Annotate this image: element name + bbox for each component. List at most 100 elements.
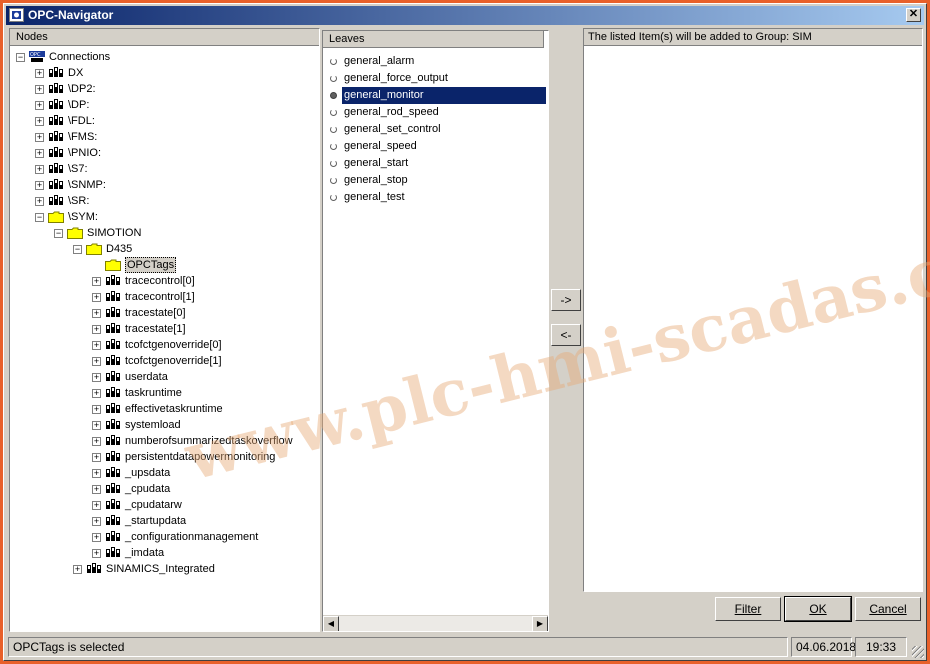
ok-button[interactable]: OK <box>784 596 852 622</box>
scroll-right-button[interactable]: ▶ <box>532 616 548 631</box>
tree-node-label: effectivetaskruntime <box>125 403 223 415</box>
tree-node[interactable]: − \SYM: <box>10 209 310 225</box>
expand-icon[interactable]: + <box>92 485 101 494</box>
expand-icon[interactable]: + <box>92 469 101 478</box>
arrow-right-icon: ▶ <box>536 619 544 628</box>
leaf-item[interactable]: general_start <box>325 155 547 172</box>
tree-node[interactable]: + \SR: <box>10 193 310 209</box>
remove-item-button[interactable]: <- <box>551 324 581 346</box>
leaf-item[interactable]: general_speed <box>325 138 547 155</box>
tree-node[interactable]: + _imdata <box>10 545 310 561</box>
expand-icon[interactable]: + <box>35 181 44 190</box>
expand-icon[interactable]: + <box>92 421 101 430</box>
expand-icon[interactable]: + <box>35 69 44 78</box>
leaves-horizontal-scrollbar[interactable]: ◀ ▶ <box>323 615 548 631</box>
expand-icon[interactable]: + <box>92 501 101 510</box>
expand-icon[interactable]: + <box>92 357 101 366</box>
expand-icon[interactable]: + <box>92 373 101 382</box>
expand-icon[interactable]: + <box>92 293 101 302</box>
expand-icon[interactable]: + <box>35 117 44 126</box>
tree-node[interactable]: − D435 <box>10 241 310 257</box>
expand-icon[interactable]: + <box>92 549 101 558</box>
leaf-item[interactable]: general_force_output <box>325 70 547 87</box>
tree-node[interactable]: + \FDL: <box>10 113 310 129</box>
expand-icon[interactable]: + <box>92 389 101 398</box>
expand-icon[interactable]: + <box>35 85 44 94</box>
tree-node[interactable]: + SINAMICS_Integrated <box>10 561 310 577</box>
expand-icon[interactable]: + <box>92 277 101 286</box>
expand-icon[interactable]: + <box>35 149 44 158</box>
expand-icon[interactable]: + <box>92 453 101 462</box>
leaf-item[interactable]: general_monitor <box>325 87 547 104</box>
network-node-icon <box>105 419 121 431</box>
leaf-item-icon <box>330 75 337 82</box>
tree-node[interactable]: − SIMOTION <box>10 225 310 241</box>
tree-node[interactable]: + taskruntime <box>10 385 310 401</box>
expand-icon[interactable]: + <box>92 533 101 542</box>
tree-node[interactable]: + tracecontrol[0] <box>10 273 310 289</box>
expand-icon[interactable]: + <box>92 309 101 318</box>
collapse-icon[interactable]: − <box>16 53 25 62</box>
tree-node-label: tcofctgenoverride[1] <box>125 355 222 367</box>
tree-node[interactable]: + tracecontrol[1] <box>10 289 310 305</box>
tree-node[interactable]: + _startupdata <box>10 513 310 529</box>
group-items-panel[interactable]: The listed Item(s) will be added to Grou… <box>583 28 923 592</box>
tree-node[interactable]: OPCTags <box>10 257 310 273</box>
expand-icon[interactable]: + <box>35 197 44 206</box>
tree-node[interactable]: − OPC Connections <box>10 49 310 65</box>
collapse-icon[interactable]: − <box>73 245 82 254</box>
expand-icon[interactable]: + <box>92 437 101 446</box>
tree-node[interactable]: + effectivetaskruntime <box>10 401 310 417</box>
tree-node[interactable]: + \DP: <box>10 97 310 113</box>
tree-node-label: \SYM: <box>68 211 98 223</box>
network-node-icon <box>86 563 102 575</box>
tree-node[interactable]: + _cpudata <box>10 481 310 497</box>
tree-node[interactable]: + \S7: <box>10 161 310 177</box>
expand-icon[interactable]: + <box>35 133 44 142</box>
leaves-list-panel[interactable]: Leaves general_alarm general_force_output… <box>322 30 549 632</box>
tree-node-label: SIMOTION <box>87 227 142 239</box>
expand-icon[interactable]: + <box>73 565 82 574</box>
nodes-header[interactable]: Nodes <box>10 29 319 46</box>
leaf-item[interactable]: general_set_control <box>325 121 547 138</box>
tree-node[interactable]: + userdata <box>10 369 310 385</box>
expand-icon[interactable]: + <box>92 517 101 526</box>
leaf-item[interactable]: general_rod_speed <box>325 104 547 121</box>
resize-grip[interactable] <box>912 646 924 658</box>
close-button[interactable]: ✕ <box>906 8 921 22</box>
leaf-item[interactable]: general_test <box>325 189 547 206</box>
tree-node[interactable]: + tracestate[0] <box>10 305 310 321</box>
arrow-left-icon: ◀ <box>327 619 335 628</box>
tree-node[interactable]: + _configurationmanagement <box>10 529 310 545</box>
scroll-left-button[interactable]: ◀ <box>323 616 339 631</box>
leaf-item[interactable]: general_alarm <box>325 53 547 70</box>
tree-node[interactable]: + DX <box>10 65 310 81</box>
tree-node-label: tracestate[1] <box>125 323 186 335</box>
tree-node[interactable]: + \PNIO: <box>10 145 310 161</box>
collapse-icon[interactable]: − <box>54 229 63 238</box>
tree-node[interactable]: + \SNMP: <box>10 177 310 193</box>
tree-node[interactable]: + numberofsummarizedtaskoverflow <box>10 433 310 449</box>
leaf-item[interactable]: general_stop <box>325 172 547 189</box>
tree-node[interactable]: + \DP2: <box>10 81 310 97</box>
title-bar[interactable]: OPC-Navigator ✕ <box>6 6 924 25</box>
filter-button[interactable]: Filter <box>715 597 781 621</box>
expand-icon[interactable]: + <box>92 341 101 350</box>
add-item-button[interactable]: -> <box>551 289 581 311</box>
tree-node[interactable]: + tcofctgenoverride[1] <box>10 353 310 369</box>
cancel-button[interactable]: Cancel <box>855 597 921 621</box>
tree-node[interactable]: + _cpudatarw <box>10 497 310 513</box>
tree-node[interactable]: + \FMS: <box>10 129 310 145</box>
tree-node[interactable]: + systemload <box>10 417 310 433</box>
tree-node[interactable]: + tracestate[1] <box>10 321 310 337</box>
tree-node[interactable]: + _upsdata <box>10 465 310 481</box>
tree-node[interactable]: + persistentdatapowermonitoring <box>10 449 310 465</box>
expand-icon[interactable]: + <box>92 325 101 334</box>
expand-icon[interactable]: + <box>92 405 101 414</box>
expand-icon[interactable]: + <box>35 165 44 174</box>
collapse-icon[interactable]: − <box>35 213 44 222</box>
expand-icon[interactable]: + <box>35 101 44 110</box>
leaves-header[interactable]: Leaves <box>323 31 544 48</box>
tree-node[interactable]: + tcofctgenoverride[0] <box>10 337 310 353</box>
nodes-tree-panel[interactable]: Nodes − OPC Connections + DX + \DP2: + \DP: + \FDL… <box>9 28 320 632</box>
